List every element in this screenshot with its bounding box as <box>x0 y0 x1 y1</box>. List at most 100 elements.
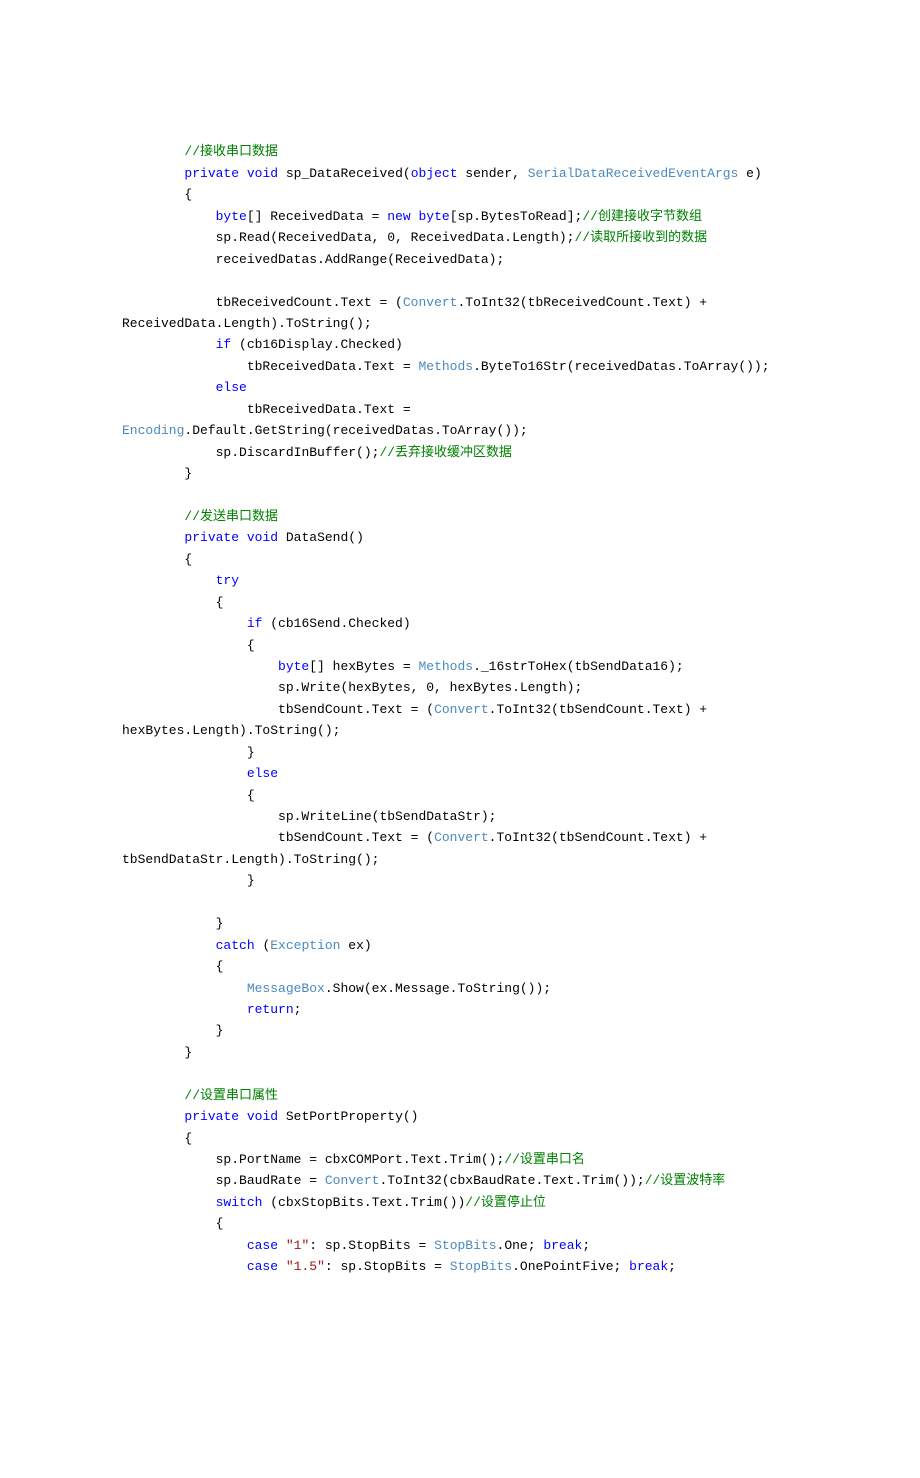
code-token: tbReceivedCount.Text = ( <box>216 295 403 310</box>
code-line: sp.BaudRate = Convert.ToInt32(cbxBaudRat… <box>122 1173 725 1188</box>
code-token: StopBits <box>434 1238 496 1253</box>
code-line: } <box>122 1023 223 1038</box>
code-token: //接收串口数据 <box>184 144 278 159</box>
code-token: SetPortProperty() <box>278 1109 418 1124</box>
code-token: { <box>184 1131 192 1146</box>
code-token: .Default.GetString(receivedDatas.ToArray… <box>184 423 527 438</box>
code-token: Convert <box>434 830 489 845</box>
code-line: private void sp_DataReceived(object send… <box>122 166 762 181</box>
code-token: } <box>247 873 255 888</box>
code-token: "1" <box>286 1238 309 1253</box>
code-line: private void DataSend() <box>122 530 364 545</box>
code-line: tbSendCount.Text = (Convert.ToInt32(tbSe… <box>122 702 715 717</box>
code-token: { <box>247 788 255 803</box>
code-line: MessageBox.Show(ex.Message.ToString()); <box>122 981 551 996</box>
code-token: ; <box>294 1002 302 1017</box>
code-line: sp.Write(hexBytes, 0, hexBytes.Length); <box>122 680 582 695</box>
code-token: private <box>184 1109 239 1124</box>
code-token: try <box>216 573 239 588</box>
code-token: void <box>247 1109 278 1124</box>
code-token <box>411 209 419 224</box>
code-token: void <box>247 166 278 181</box>
code-line: ReceivedData.Length).ToString(); <box>122 316 372 331</box>
code-token: "1.5" <box>286 1259 325 1274</box>
code-token: else <box>216 380 247 395</box>
code-token: .ToInt32(tbReceivedCount.Text) + <box>457 295 714 310</box>
code-token: tbSendDataStr.Length).ToString(); <box>122 852 379 867</box>
code-token <box>278 1259 286 1274</box>
code-token: return <box>247 1002 294 1017</box>
code-token: } <box>216 916 224 931</box>
code-line: Encoding.Default.GetString(receivedDatas… <box>122 423 528 438</box>
code-token: sender, <box>458 166 528 181</box>
code-token: Convert <box>434 702 489 717</box>
code-token: Convert <box>325 1173 380 1188</box>
code-token: tbSendCount.Text = ( <box>278 702 434 717</box>
code-token: //丢弃接收缓冲区数据 <box>379 445 512 460</box>
code-token: (cb16Display.Checked) <box>231 337 403 352</box>
code-token: .ToInt32(tbSendCount.Text) + <box>489 830 715 845</box>
code-line: tbSendCount.Text = (Convert.ToInt32(tbSe… <box>122 830 715 845</box>
code-token: [] hexBytes = <box>309 659 418 674</box>
code-token: Methods <box>418 359 473 374</box>
code-token: .OnePointFive; <box>512 1259 629 1274</box>
code-token: void <box>247 530 278 545</box>
code-token: break <box>543 1238 582 1253</box>
code-token: tbReceivedData.Text = <box>247 359 419 374</box>
code-token: { <box>216 595 224 610</box>
code-token: ReceivedData.Length).ToString(); <box>122 316 372 331</box>
code-token: //设置串口名 <box>504 1152 585 1167</box>
code-line: sp.WriteLine(tbSendDataStr); <box>122 809 496 824</box>
code-token: } <box>184 1045 192 1060</box>
code-token: case <box>247 1259 278 1274</box>
code-line: { <box>122 552 192 567</box>
code-token: ; <box>582 1238 590 1253</box>
code-token: sp.WriteLine(tbSendDataStr); <box>278 809 496 824</box>
code-token: sp.PortName = cbxCOMPort.Text.Trim(); <box>216 1152 505 1167</box>
code-token: .One; <box>497 1238 544 1253</box>
code-line: case "1.5": sp.StopBits = StopBits.OnePo… <box>122 1259 676 1274</box>
code-token: ._16strToHex(tbSendData16); <box>473 659 684 674</box>
code-token: (cbxStopBits.Text.Trim()) <box>262 1195 465 1210</box>
code-token: : sp.StopBits = <box>309 1238 434 1253</box>
code-line: sp.PortName = cbxCOMPort.Text.Trim();//设… <box>122 1152 585 1167</box>
code-line: sp.Read(ReceivedData, 0, ReceivedData.Le… <box>122 230 707 245</box>
code-token: hexBytes.Length).ToString(); <box>122 723 340 738</box>
code-token: if <box>247 616 263 631</box>
code-line: } <box>122 916 223 931</box>
code-line: //接收串口数据 <box>122 144 278 159</box>
code-token: tbReceivedData.Text = <box>247 402 419 417</box>
code-token: //读取所接收到的数据 <box>574 230 707 245</box>
code-token: object <box>411 166 458 181</box>
code-line: { <box>122 788 255 803</box>
code-token: } <box>247 745 255 760</box>
code-token: } <box>184 466 192 481</box>
code-line: try <box>122 573 239 588</box>
code-token: Exception <box>270 938 340 953</box>
code-token: { <box>184 552 192 567</box>
code-line: return; <box>122 1002 301 1017</box>
code-line: { <box>122 959 223 974</box>
code-block: //接收串口数据 private void sp_DataReceived(ob… <box>122 120 830 1278</box>
code-token: Encoding <box>122 423 184 438</box>
code-line: case "1": sp.StopBits = StopBits.One; br… <box>122 1238 590 1253</box>
code-token: StopBits <box>450 1259 512 1274</box>
code-line: } <box>122 1045 192 1060</box>
code-token: sp_DataReceived( <box>278 166 411 181</box>
code-token: { <box>184 187 192 202</box>
code-token: break <box>629 1259 668 1274</box>
code-line <box>122 273 216 288</box>
code-token: { <box>247 638 255 653</box>
code-token: e) <box>738 166 761 181</box>
code-token: Convert <box>403 295 458 310</box>
code-token: (cb16Send.Checked) <box>262 616 410 631</box>
code-line: private void SetPortProperty() <box>122 1109 419 1124</box>
code-token: byte <box>216 209 247 224</box>
code-token: //设置串口属性 <box>184 1088 278 1103</box>
code-token: .ToInt32(tbSendCount.Text) + <box>489 702 715 717</box>
code-token: sp.Read(ReceivedData, 0, ReceivedData.Le… <box>216 230 575 245</box>
code-line: { <box>122 1131 192 1146</box>
code-token: if <box>216 337 232 352</box>
code-line: } <box>122 466 192 481</box>
code-line: { <box>122 595 223 610</box>
